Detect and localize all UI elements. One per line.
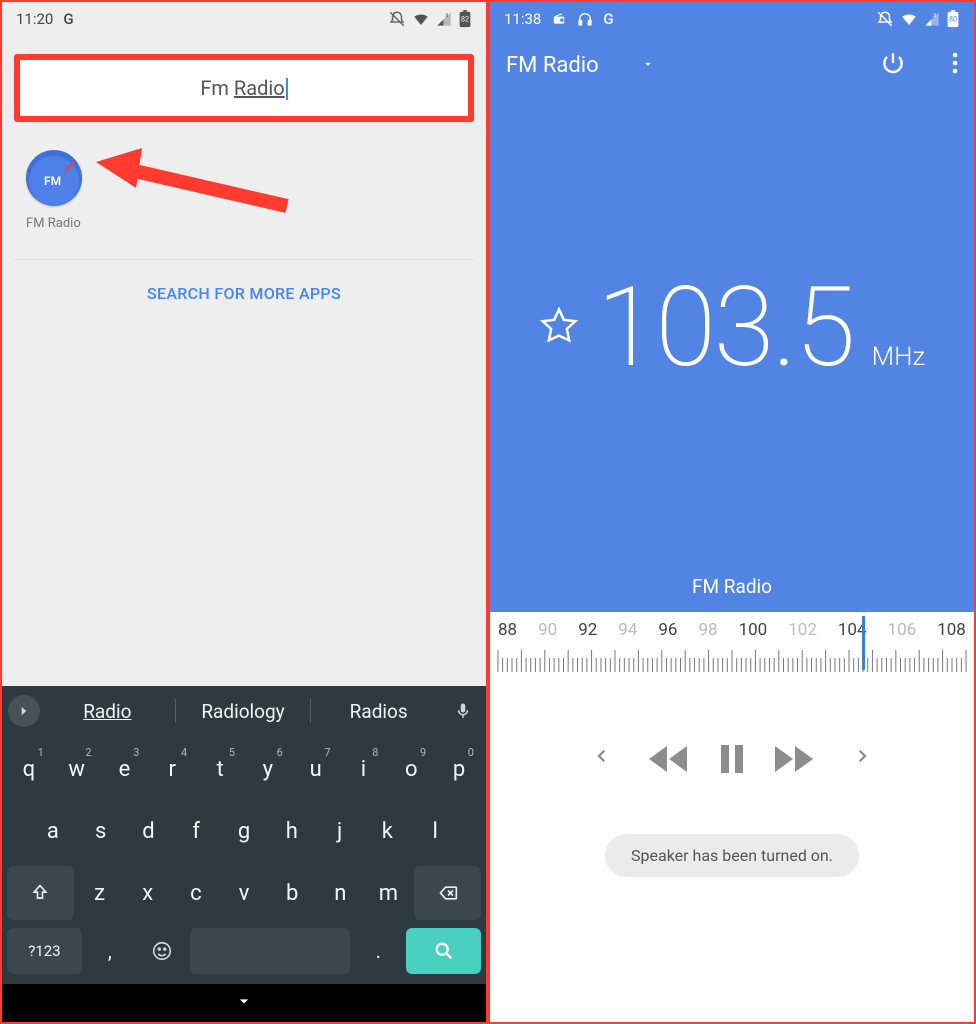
search-input-text: Fm Radio [200, 76, 287, 101]
fm-radio-icon: FM [26, 150, 82, 206]
dial-label-102: 102 [788, 620, 817, 640]
key-m[interactable]: m [366, 866, 410, 920]
key-o[interactable]: o9 [389, 742, 433, 796]
suggestion-1[interactable]: Radio [42, 700, 173, 723]
phone-right-fm-radio: 11:38 G x 80 [490, 2, 974, 1022]
dial-label-98: 98 [698, 620, 717, 640]
nav-collapse-icon[interactable] [234, 991, 254, 1015]
radio-status-icon [551, 12, 567, 26]
key-g[interactable]: g [222, 804, 266, 858]
key-x[interactable]: x [126, 866, 170, 920]
suggestion-3[interactable]: Radios [313, 700, 444, 723]
phone-left-search: 11:20 G x 82 Fm Radio FM [2, 2, 486, 1022]
seek-forward-button[interactable] [773, 744, 817, 774]
key-k[interactable]: k [365, 804, 409, 858]
key-u[interactable]: u7 [294, 742, 338, 796]
svg-text:82: 82 [461, 15, 469, 24]
station-name: FM Radio [490, 575, 974, 612]
app-bar: FM Radio [490, 36, 974, 90]
next-station-button[interactable] [845, 744, 879, 774]
key-s[interactable]: s [79, 804, 123, 858]
key-t[interactable]: t5 [198, 742, 242, 796]
app-result-fm-radio[interactable]: FM FM Radio [2, 132, 486, 239]
app-bar-title[interactable]: FM Radio [506, 53, 599, 78]
key-y[interactable]: y6 [246, 742, 290, 796]
overflow-menu-icon[interactable] [952, 52, 958, 78]
google-icon: G [603, 10, 613, 28]
dial-label-90: 90 [538, 620, 557, 640]
battery-icon: 80 [946, 10, 960, 28]
key-period[interactable]: . [354, 928, 402, 974]
dial-label-94: 94 [618, 620, 637, 640]
svg-text:80: 80 [949, 15, 957, 24]
key-c[interactable]: c [174, 866, 218, 920]
suggestion-2[interactable]: Radiology [178, 700, 309, 723]
frequency-value: 103.5 [597, 273, 854, 383]
headphones-icon [577, 11, 593, 27]
dial-label-96: 96 [658, 620, 677, 640]
key-backspace[interactable] [414, 866, 481, 920]
dnd-icon [388, 10, 406, 28]
wifi-icon [900, 10, 918, 28]
wifi-icon [412, 10, 430, 28]
key-i[interactable]: i8 [342, 742, 386, 796]
dial-label-92: 92 [578, 620, 597, 640]
battery-icon: 82 [458, 10, 472, 28]
key-symbols[interactable]: ?123 [7, 928, 82, 974]
dial-label-88: 88 [498, 620, 517, 640]
status-bar: 11:38 G x 80 [490, 2, 974, 36]
signal-icon: x [924, 11, 940, 27]
signal-icon: x [436, 11, 452, 27]
key-v[interactable]: v [222, 866, 266, 920]
search-more-apps-button[interactable]: SEARCH FOR MORE APPS [2, 260, 486, 327]
key-space[interactable] [190, 928, 350, 974]
power-button[interactable] [880, 50, 906, 80]
playback-controls [490, 674, 974, 814]
key-a[interactable]: a [31, 804, 75, 858]
svg-text:x: x [933, 12, 936, 19]
search-input-highlight[interactable]: Fm Radio [14, 54, 474, 122]
key-q[interactable]: q1 [7, 742, 51, 796]
key-comma[interactable]: , [86, 928, 134, 974]
key-p[interactable]: p0 [437, 742, 481, 796]
seek-back-button[interactable] [647, 744, 691, 774]
key-d[interactable]: d [127, 804, 171, 858]
key-search[interactable] [406, 928, 481, 974]
dial-label-108: 108 [937, 620, 966, 640]
on-screen-keyboard: Radio Radiology Radios q1w2e3r4t5y6u7i8o… [2, 686, 486, 984]
mic-icon[interactable] [446, 702, 480, 720]
dnd-icon [876, 10, 894, 28]
key-emoji[interactable] [138, 928, 186, 974]
status-bar: 11:20 G x 82 [2, 2, 486, 36]
key-z[interactable]: z [78, 866, 122, 920]
key-h[interactable]: h [270, 804, 314, 858]
dial-label-106: 106 [888, 620, 917, 640]
status-time: 11:38 [504, 10, 541, 28]
suggestion-expand-button[interactable] [8, 695, 40, 727]
prev-station-button[interactable] [585, 744, 619, 774]
frequency-unit: MHz [872, 342, 926, 372]
toast-message: Speaker has been turned on. [605, 834, 859, 877]
pause-button[interactable] [719, 744, 745, 774]
key-r[interactable]: r4 [150, 742, 194, 796]
status-time: 11:20 [16, 10, 53, 28]
nav-bar [2, 984, 486, 1022]
key-l[interactable]: l [413, 804, 457, 858]
dial-label-100: 100 [739, 620, 768, 640]
key-f[interactable]: f [174, 804, 218, 858]
annotation-arrow [92, 144, 292, 224]
favorite-star-button[interactable] [539, 306, 579, 350]
key-shift[interactable] [7, 866, 74, 920]
google-icon: G [63, 10, 73, 28]
svg-text:x: x [445, 12, 448, 19]
frequency-dial[interactable]: 889092949698100102104106108 [490, 612, 974, 674]
key-w[interactable]: w2 [55, 742, 99, 796]
key-n[interactable]: n [318, 866, 362, 920]
key-j[interactable]: j [318, 804, 362, 858]
key-e[interactable]: e3 [103, 742, 147, 796]
key-b[interactable]: b [270, 866, 314, 920]
app-bar-dropdown-icon[interactable] [641, 56, 655, 75]
